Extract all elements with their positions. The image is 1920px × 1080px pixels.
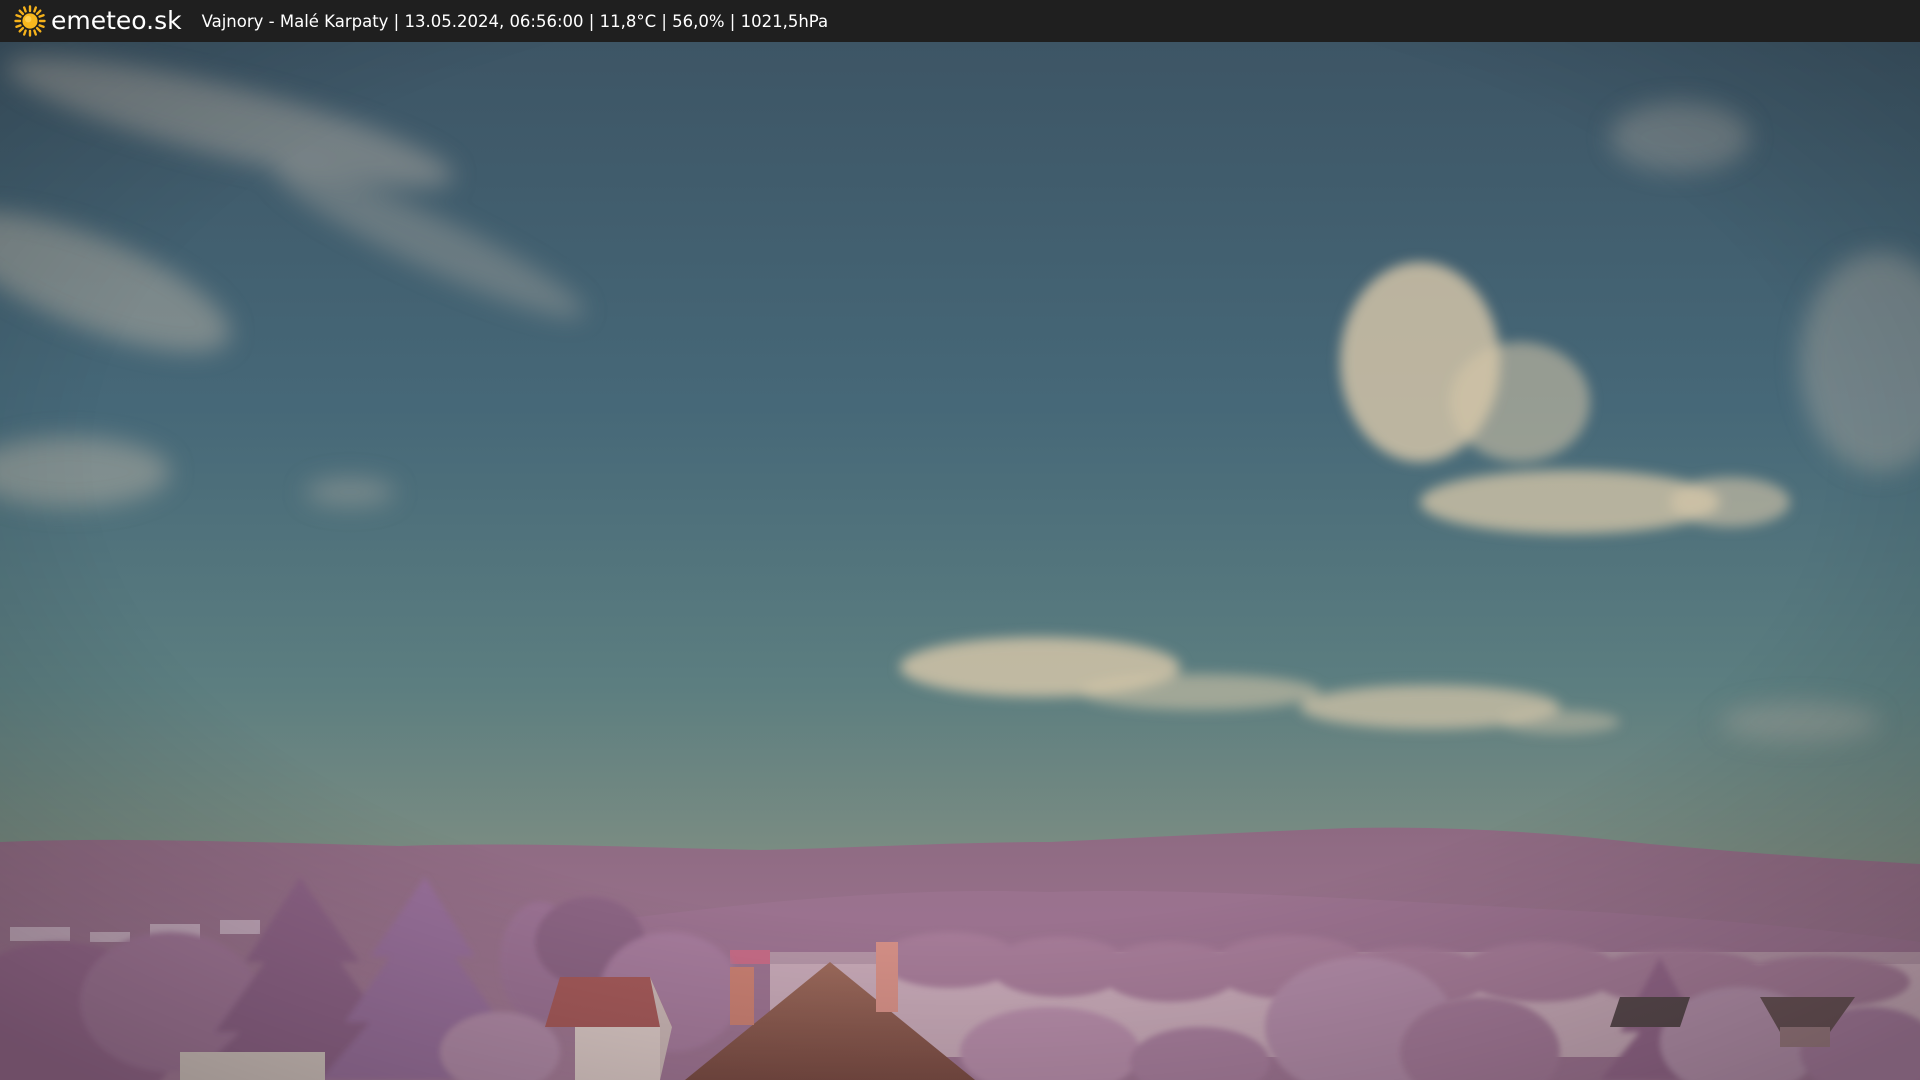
sun-icon — [14, 5, 46, 37]
brand-name: emeteo.sk — [51, 5, 182, 35]
webcam-frame: emeteo.sk Vajnory - Malé Karpaty | 13.05… — [0, 0, 1920, 1080]
station-caption: Vajnory - Malé Karpaty | 13.05.2024, 06:… — [201, 11, 829, 31]
header-bar: emeteo.sk Vajnory - Malé Karpaty | 13.05… — [0, 0, 1920, 42]
emeteo-logo[interactable]: emeteo.sk — [14, 0, 182, 42]
webcam-image — [0, 42, 1920, 1080]
